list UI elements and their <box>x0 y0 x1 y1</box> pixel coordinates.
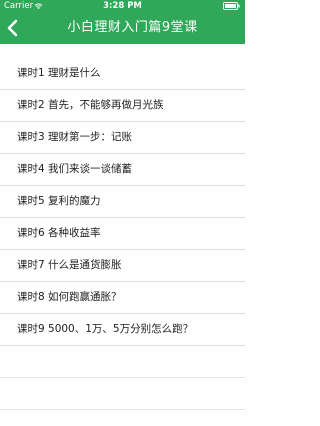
lesson-label: 课时6 各种收益率 <box>17 227 101 239</box>
lesson-label: 课时5 复利的魔力 <box>17 195 101 207</box>
lesson-label: 课时3 理财第一步：记账 <box>17 131 133 143</box>
lesson-row-5[interactable]: 课时5 复利的魔力 <box>0 186 245 218</box>
lesson-list: 课时1 理财是什么 课时2 首先，不能够再做月光族 课时3 理财第一步：记账 课… <box>0 44 245 410</box>
lesson-row-4[interactable]: 课时4 我们来谈一谈储蓄 <box>0 154 245 186</box>
lesson-label: 课时9 5000、1万、5万分别怎么跑？ <box>17 323 194 335</box>
status-time: 3:28 PM <box>103 1 142 11</box>
lesson-row-1[interactable]: 课时1 理财是什么 <box>0 44 245 90</box>
app-header: Carrier 3:28 PM 小白理财入门篇9堂课 <box>0 0 245 44</box>
lesson-row-9[interactable]: 课时9 5000、1万、5万分别怎么跑？ <box>0 314 245 346</box>
page-title: 小白理财入门篇9堂课 <box>67 20 198 35</box>
chevron-left-icon[interactable] <box>6 19 20 37</box>
empty-row <box>0 346 245 378</box>
lesson-label: 课时2 首先，不能够再做月光族 <box>17 99 164 111</box>
lesson-row-3[interactable]: 课时3 理财第一步：记账 <box>0 122 245 154</box>
lesson-row-6[interactable]: 课时6 各种收益率 <box>0 218 245 250</box>
status-bar: Carrier 3:28 PM <box>0 0 245 12</box>
lesson-label: 课时1 理财是什么 <box>17 67 101 79</box>
empty-row <box>0 378 245 410</box>
battery-icon <box>223 2 240 10</box>
nav-bar: 小白理财入门篇9堂课 <box>0 12 245 44</box>
lesson-label: 课时4 我们来谈一谈储蓄 <box>17 163 133 175</box>
lesson-label: 课时8 如何跑赢通胀？ <box>17 291 122 303</box>
lesson-row-2[interactable]: 课时2 首先，不能够再做月光族 <box>0 90 245 122</box>
lesson-label: 课时7 什么是通货膨胀 <box>17 259 122 271</box>
lesson-row-7[interactable]: 课时7 什么是通货膨胀 <box>0 250 245 282</box>
lesson-row-8[interactable]: 课时8 如何跑赢通胀？ <box>0 282 245 314</box>
